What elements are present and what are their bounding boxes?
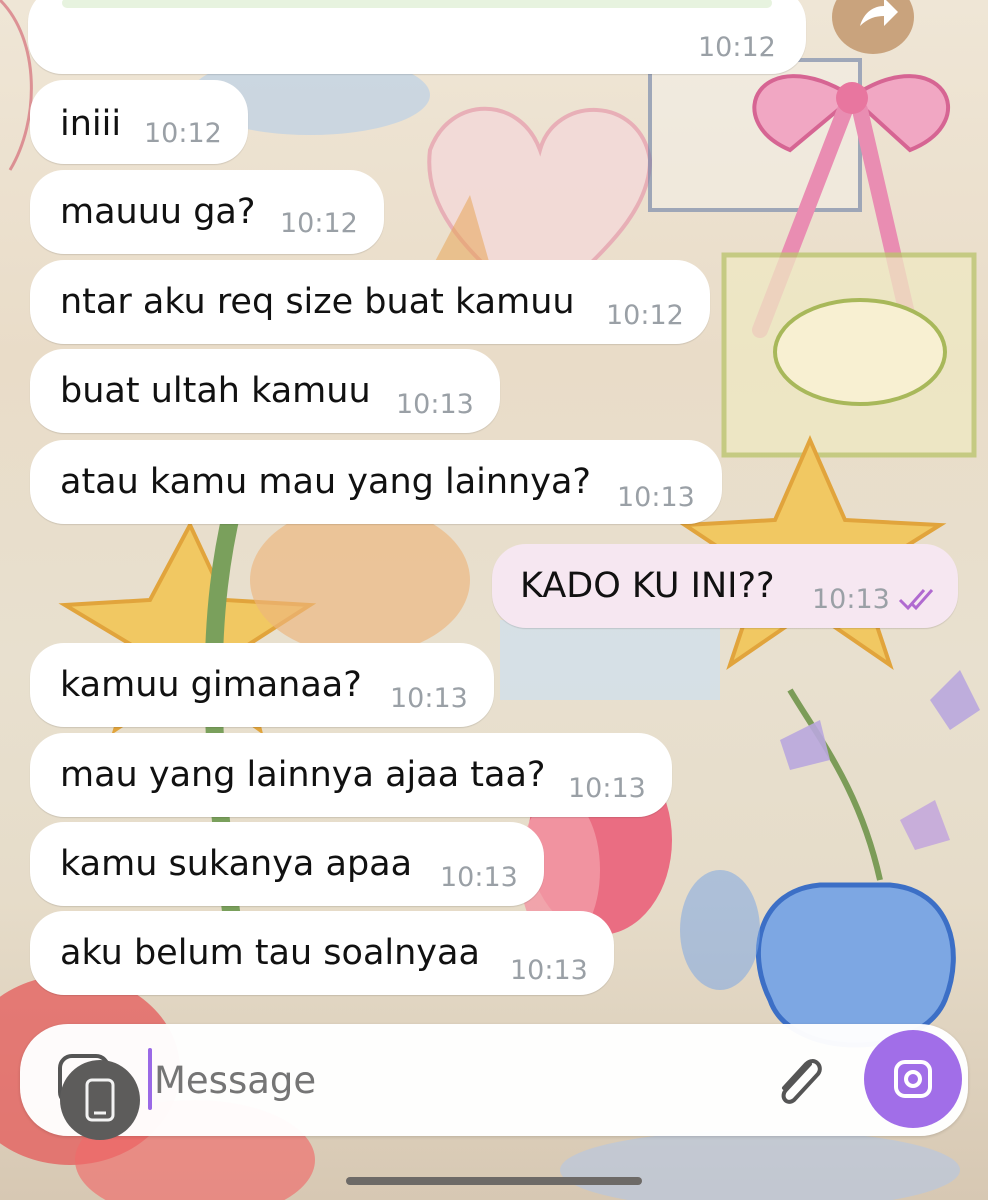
message-input[interactable] xyxy=(152,1048,756,1112)
message-bubble-incoming[interactable]: kamu sukanya apaa 10:13 xyxy=(30,822,544,906)
message-bubble-incoming[interactable]: aku belum tau soalnyaa 10:13 xyxy=(30,911,614,995)
message-bubble-incoming[interactable]: atau kamu mau yang lainnya? 10:13 xyxy=(30,440,722,524)
home-indicator xyxy=(346,1177,642,1185)
camera-icon xyxy=(894,1060,932,1098)
message-bubble-incoming[interactable]: mau yang lainnya ajaa taa? 10:13 xyxy=(30,733,672,817)
message-time: 10:12 xyxy=(280,208,358,239)
attach-button[interactable] xyxy=(768,1050,832,1114)
message-time: 10:13 xyxy=(390,683,468,714)
message-bubble-outgoing[interactable]: KADO KU INI?? 10:13 xyxy=(492,544,958,628)
message-time: 10:13 xyxy=(396,389,474,420)
message-text: mauuu ga? xyxy=(60,192,256,232)
message-time: 10:12 xyxy=(606,300,684,331)
message-time: 10:13 xyxy=(510,955,588,986)
message-time: 10:13 xyxy=(568,773,646,804)
message-text: buat ultah kamuu xyxy=(60,371,371,411)
message-text: kamu sukanya apaa xyxy=(60,844,413,884)
forward-button[interactable] xyxy=(832,0,914,54)
message-text: KADO KU INI?? xyxy=(520,566,775,606)
message-bubble-incoming[interactable]: mauuu ga? 10:12 xyxy=(30,170,384,254)
message-bubble-incoming[interactable]: iniii 10:12 xyxy=(30,80,248,164)
message-time: 10:13 xyxy=(440,862,518,893)
message-bubble-incoming[interactable]: 10:12 xyxy=(28,0,806,74)
link-preview-strip xyxy=(62,0,772,8)
message-bubble-incoming[interactable]: kamuu gimanaa? 10:13 xyxy=(30,643,494,727)
message-time: 10:12 xyxy=(144,118,222,149)
message-time: 10:12 xyxy=(698,32,776,63)
camera-button[interactable] xyxy=(864,1030,962,1128)
message-text: iniii xyxy=(60,104,122,144)
message-time: 10:13 xyxy=(617,482,695,513)
message-composer xyxy=(20,1024,968,1136)
double-check-icon xyxy=(898,589,934,611)
floating-overlay-button[interactable] xyxy=(60,1060,140,1140)
message-text: atau kamu mau yang lainnya? xyxy=(60,462,591,502)
phone-overlay-icon xyxy=(85,1078,115,1122)
message-text: aku belum tau soalnyaa xyxy=(60,933,480,973)
message-bubble-incoming[interactable]: buat ultah kamuu 10:13 xyxy=(30,349,500,433)
forward-icon xyxy=(860,0,898,26)
message-time: 10:13 xyxy=(812,584,890,615)
message-text: kamuu gimanaa? xyxy=(60,665,362,705)
message-text: mau yang lainnya ajaa taa? xyxy=(60,755,546,795)
attach-icon xyxy=(781,1059,822,1104)
message-text: ntar aku req size buat kamuu xyxy=(60,282,575,322)
message-bubble-incoming[interactable]: ntar aku req size buat kamuu 10:12 xyxy=(30,260,710,344)
